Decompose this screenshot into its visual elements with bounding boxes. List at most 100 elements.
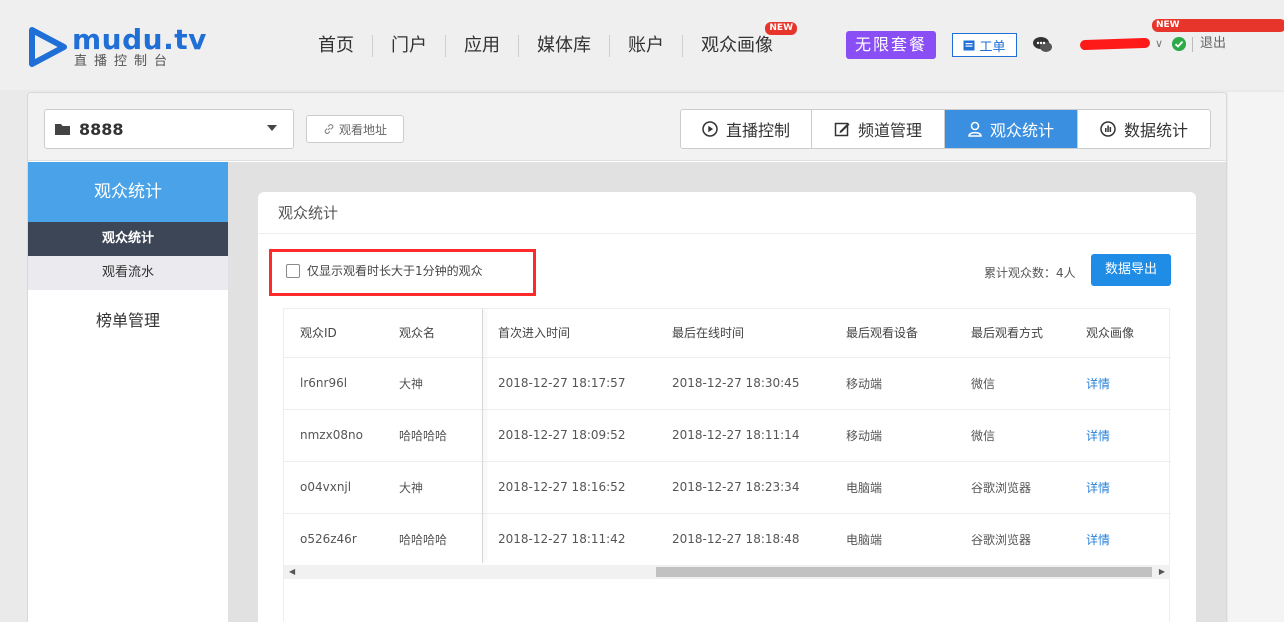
column-header: 最后在线时间 bbox=[672, 326, 745, 341]
new-badge: NEW bbox=[765, 22, 797, 35]
cell-first-enter-time: 2018-12-27 18:16:52 bbox=[482, 460, 656, 513]
nav-portal[interactable]: 门户 bbox=[373, 30, 445, 62]
table-header-row: 观众ID 观众名 首次进入时间 最后在线时间 最后观看设备 最后观看方式 观众画… bbox=[284, 309, 1171, 357]
cell-last-method: 谷歌浏览器 bbox=[955, 460, 1070, 513]
cell-audience-id: o04vxnjl bbox=[284, 460, 383, 513]
nav-audience-profile-label: 观众画像 bbox=[701, 35, 773, 56]
cell-audience-name: 大神 bbox=[383, 356, 482, 409]
table-row: lr6nr96l 大神 2018-12-27 18:17:57 2018-12-… bbox=[284, 356, 1171, 409]
tab-data-stats[interactable]: 数据统计 bbox=[1078, 110, 1210, 148]
cell-audience-name: 大神 bbox=[383, 460, 482, 513]
nav-home[interactable]: 首页 bbox=[300, 30, 372, 62]
detail-link[interactable]: 详情 bbox=[1070, 460, 1171, 513]
logo-subtitle: 直播控制台 bbox=[74, 54, 175, 69]
play-circle-icon bbox=[702, 121, 718, 137]
folder-icon bbox=[55, 123, 70, 135]
min-duration-checkbox[interactable] bbox=[286, 264, 300, 278]
cell-audience-name: 哈哈哈哈 bbox=[383, 408, 482, 461]
sidebar: 观众统计 观众统计 观看流水 榜单管理 bbox=[28, 162, 228, 622]
watch-link-label: 观看地址 bbox=[338, 122, 387, 137]
column-header: 观众ID bbox=[300, 326, 337, 341]
cell-last-method: 谷歌浏览器 bbox=[955, 512, 1070, 565]
user-icon bbox=[968, 121, 982, 137]
user-divider bbox=[1192, 37, 1193, 52]
cell-first-enter-time: 2018-12-27 18:17:57 bbox=[482, 356, 656, 409]
column-header: 最后观看方式 bbox=[971, 326, 1044, 341]
plan-button[interactable]: 无限套餐 bbox=[846, 31, 936, 59]
chevron-down-icon[interactable]: ∨ bbox=[1155, 37, 1163, 50]
logo-play-icon bbox=[29, 27, 67, 67]
tab-audience-stats[interactable]: 观众统计 bbox=[945, 110, 1078, 148]
logout-link[interactable]: 退出 bbox=[1200, 35, 1226, 53]
tab-channel-management-label: 频道管理 bbox=[857, 121, 922, 140]
tab-live-control-label: 直播控制 bbox=[725, 121, 790, 140]
table-footer-area bbox=[283, 566, 1170, 622]
edit-icon bbox=[834, 122, 850, 137]
export-button[interactable]: 数据导出 bbox=[1091, 254, 1171, 286]
column-header: 最后观看设备 bbox=[846, 326, 919, 341]
sidebar-section-audience-stats[interactable]: 观众统计 bbox=[28, 162, 228, 222]
detail-link[interactable]: 详情 bbox=[1070, 356, 1171, 409]
cell-last-online-time: 2018-12-27 18:23:34 bbox=[656, 460, 830, 513]
logo-text: mudu.tv bbox=[72, 23, 207, 56]
cell-last-online-time: 2018-12-27 18:18:48 bbox=[656, 512, 830, 565]
column-header: 首次进入时间 bbox=[498, 326, 571, 341]
cell-last-device: 移动端 bbox=[830, 356, 955, 409]
tab-live-control[interactable]: 直播控制 bbox=[681, 110, 812, 148]
sidebar-item-watch-log[interactable]: 观看流水 bbox=[28, 256, 228, 290]
ticket-label: 工单 bbox=[979, 39, 1006, 55]
verified-check-icon bbox=[1172, 37, 1186, 51]
stats-card: 观众统计 仅显示观看时长大于1分钟的观众 累计观众数：4人 数据导出 观众ID bbox=[258, 192, 1196, 622]
nav-audience-profile[interactable]: 观众画像 NEW bbox=[683, 22, 797, 62]
section-tabs: 直播控制 频道管理 观众统计 数据统计 bbox=[680, 109, 1211, 149]
caret-down-icon bbox=[267, 125, 277, 131]
tab-audience-stats-label: 观众统计 bbox=[989, 121, 1054, 140]
table-row: o526z46r 哈哈哈哈 2018-12-27 18:11:42 2018-1… bbox=[284, 512, 1171, 565]
cell-first-enter-time: 2018-12-27 18:09:52 bbox=[482, 408, 656, 461]
user-new-badge: NEW bbox=[1152, 19, 1284, 32]
channel-select[interactable]: 8888 bbox=[44, 109, 294, 149]
sidebar-section-leaderboard[interactable]: 榜单管理 bbox=[28, 290, 228, 352]
watch-link-button[interactable]: 观看地址 bbox=[306, 115, 404, 143]
detail-link[interactable]: 详情 bbox=[1070, 408, 1171, 461]
channel-select-value: 8888 bbox=[79, 119, 124, 139]
detail-link[interactable]: 详情 bbox=[1070, 512, 1171, 565]
cell-last-online-time: 2018-12-27 18:30:45 bbox=[656, 356, 830, 409]
cell-last-method: 微信 bbox=[955, 356, 1070, 409]
table-row: nmzx08no 哈哈哈哈 2018-12-27 18:09:52 2018-1… bbox=[284, 408, 1171, 461]
audience-table: 观众ID 观众名 首次进入时间 最后在线时间 最后观看设备 最后观看方式 观众画… bbox=[283, 308, 1171, 579]
cell-last-device: 电脑端 bbox=[830, 512, 955, 565]
channel-toolbar: 8888 观看地址 直播控制 频道管理 观众统计 数据统计 bbox=[28, 93, 1226, 161]
user-menu[interactable]: NEW ∨ 退出 bbox=[1079, 19, 1284, 57]
main-nav: 首页 门户 应用 媒体库 账户 观众画像 NEW bbox=[300, 22, 797, 62]
cell-last-device: 电脑端 bbox=[830, 460, 955, 513]
tab-data-stats-label: 数据统计 bbox=[1123, 121, 1188, 140]
cell-last-method: 微信 bbox=[955, 408, 1070, 461]
sidebar-item-audience-stats[interactable]: 观众统计 bbox=[28, 222, 228, 256]
column-header: 观众画像 bbox=[1086, 326, 1135, 341]
nav-apps[interactable]: 应用 bbox=[446, 30, 518, 62]
card-title: 观众统计 bbox=[258, 192, 1196, 234]
nav-media-library[interactable]: 媒体库 bbox=[519, 30, 609, 62]
cell-audience-id: nmzx08no bbox=[284, 408, 383, 461]
min-duration-label[interactable]: 仅显示观看时长大于1分钟的观众 bbox=[307, 263, 483, 279]
filter-highlight: 仅显示观看时长大于1分钟的观众 bbox=[269, 249, 536, 296]
redacted-username bbox=[1079, 37, 1151, 51]
chart-icon bbox=[1100, 121, 1116, 137]
chat-icon[interactable] bbox=[1033, 36, 1053, 54]
content-area: 观众统计 仅显示观看时长大于1分钟的观众 累计观众数：4人 数据导出 观众ID bbox=[228, 162, 1226, 622]
main-panel: 8888 观看地址 直播控制 频道管理 观众统计 数据统计 观众统计 观众统计 … bbox=[27, 92, 1227, 622]
tab-channel-management[interactable]: 频道管理 bbox=[812, 110, 945, 148]
ticket-button[interactable]: 工单 bbox=[952, 33, 1017, 57]
logo[interactable]: mudu.tv 直播控制台 bbox=[26, 24, 206, 70]
cell-last-device: 移动端 bbox=[830, 408, 955, 461]
cell-audience-name: 哈哈哈哈 bbox=[383, 512, 482, 565]
ticket-icon bbox=[963, 40, 975, 50]
nav-account[interactable]: 账户 bbox=[610, 30, 682, 62]
table-row: o04vxnjl 大神 2018-12-27 18:16:52 2018-12-… bbox=[284, 460, 1171, 513]
page-margin bbox=[1228, 92, 1284, 622]
cell-audience-id: o526z46r bbox=[284, 512, 383, 565]
fixed-column-divider bbox=[482, 309, 483, 563]
top-bar: mudu.tv 直播控制台 首页 门户 应用 媒体库 账户 观众画像 NEW 无… bbox=[0, 0, 1284, 90]
cell-last-online-time: 2018-12-27 18:11:14 bbox=[656, 408, 830, 461]
